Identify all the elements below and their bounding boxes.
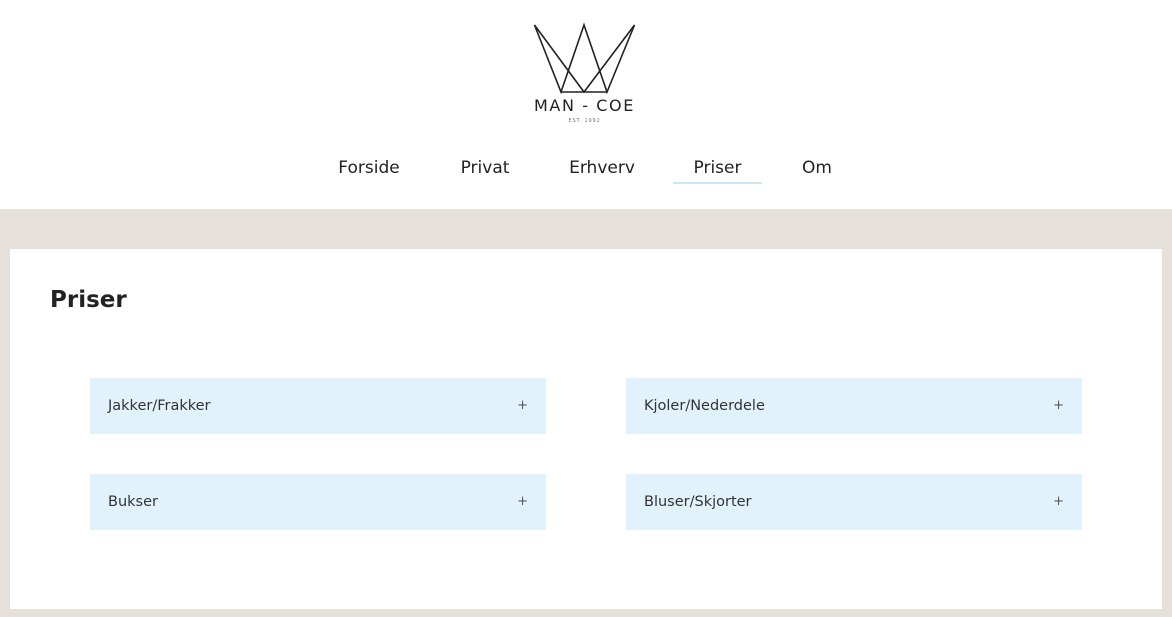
accordion-bukser[interactable]: Bukser + [90,474,546,530]
logo-tagline: EST. 1992 [568,118,601,124]
plus-icon[interactable]: + [1053,474,1064,530]
nav-item-erhverv[interactable]: Erhverv [562,156,642,182]
page-title: Priser [50,287,127,313]
nav-item-priser[interactable]: Priser [673,156,762,184]
plus-icon[interactable]: + [1053,378,1064,434]
plus-icon[interactable]: + [517,474,528,530]
logo-name: MAN - COE [534,96,635,115]
nav-item-forside[interactable]: Forside [330,156,408,182]
content-card: Priser Jakker/Frakker + Kjoler/Nederdele… [10,249,1162,609]
accordion-jakker-frakker[interactable]: Jakker/Frakker + [90,378,546,434]
main-nav: Forside Privat Erhverv Priser Om [0,156,1172,186]
crown-icon [533,22,636,94]
accordion-bluser-skjorter[interactable]: Bluser/Skjorter + [626,474,1082,530]
logo[interactable]: MAN - COE EST. 1992 [526,22,646,130]
nav-item-privat[interactable]: Privat [450,156,520,182]
accordion-label: Kjoler/Nederdele [644,398,765,414]
plus-icon[interactable]: + [517,378,528,434]
site-header: MAN - COE EST. 1992 Forside Privat Erhve… [0,0,1172,209]
nav-item-om[interactable]: Om [792,156,842,182]
accordion-label: Bukser [108,494,158,510]
accordion-label: Bluser/Skjorter [644,494,752,510]
accordion-label: Jakker/Frakker [108,398,211,414]
accordion-kjoler-nederdele[interactable]: Kjoler/Nederdele + [626,378,1082,434]
